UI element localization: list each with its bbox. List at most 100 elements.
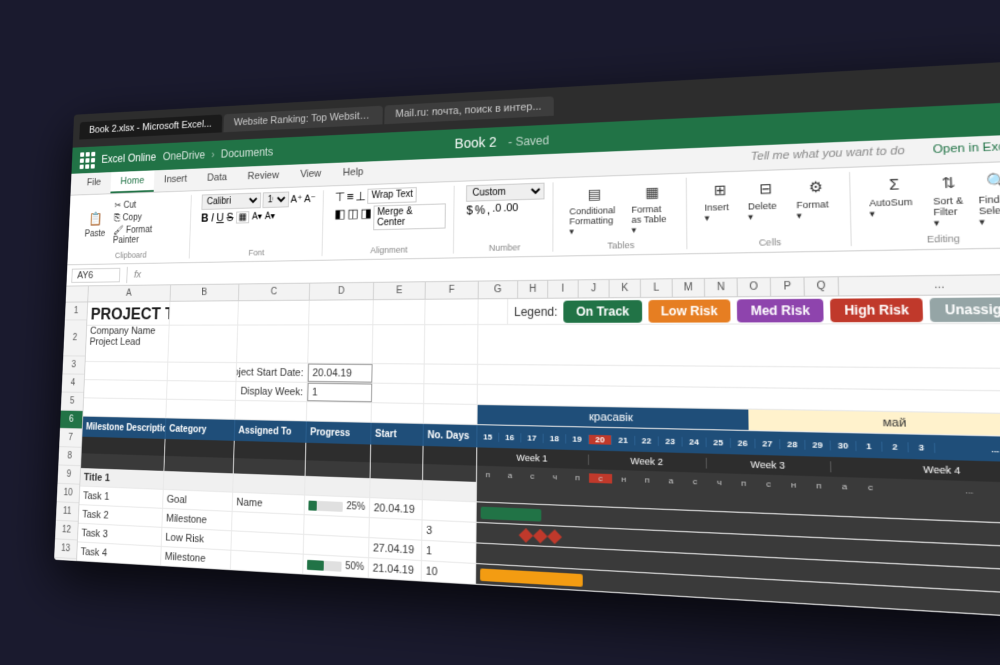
cell-gantt2[interactable] (478, 323, 1000, 368)
cell-a11[interactable]: Task 1 (79, 486, 163, 507)
col-header-g[interactable]: G (479, 281, 519, 298)
cell-f2[interactable] (425, 325, 479, 365)
cell-e14[interactable]: 21.04.19 (369, 558, 422, 580)
browser-tab-excel[interactable]: Book 2.xlsx - Microsoft Excel... (79, 114, 222, 139)
cell-b2[interactable] (168, 325, 238, 363)
row-num-6[interactable]: 6 (60, 410, 83, 429)
cell-e8[interactable] (371, 444, 424, 463)
cell-e5[interactable] (372, 383, 424, 402)
border-button[interactable]: ▦ (236, 210, 250, 222)
cell-b1[interactable] (170, 301, 239, 325)
align-bottom-button[interactable]: ⊥ (355, 188, 366, 203)
cell-e13[interactable]: 27.04.19 (369, 538, 422, 560)
cell-d12[interactable] (304, 515, 370, 537)
comma-button[interactable]: , (487, 202, 490, 216)
breadcrumb-onedrive[interactable]: OneDrive (162, 148, 205, 162)
align-left-button[interactable]: ◧ (334, 206, 346, 231)
cell-a6[interactable] (83, 398, 167, 417)
cell-f11[interactable] (423, 500, 477, 522)
cell-c4[interactable]: Project Start Date: (236, 363, 308, 382)
cell-b13[interactable]: Low Risk (162, 527, 232, 549)
tab-file[interactable]: File (77, 172, 111, 194)
cell-f6[interactable] (424, 404, 478, 424)
cell-b12[interactable]: Milestone (162, 508, 232, 530)
cell-d13[interactable] (304, 534, 370, 556)
cell-d6[interactable] (307, 402, 372, 422)
cell-f9[interactable] (423, 463, 477, 481)
col-header-a[interactable]: A (88, 285, 171, 301)
cell-b6[interactable] (166, 399, 236, 418)
row-num-13[interactable]: 13 (54, 539, 77, 559)
formula-input[interactable] (148, 260, 1000, 273)
merge-center-button[interactable]: Merge & Center (373, 203, 446, 230)
cell-d10[interactable] (305, 475, 370, 496)
cell-a2[interactable]: Company Name Project Lead (86, 325, 170, 362)
row-num-12[interactable]: 12 (55, 520, 78, 540)
font-color-button[interactable]: A▾ (265, 210, 276, 220)
align-top-button[interactable]: ⊤ (335, 189, 346, 204)
tab-insert[interactable]: Insert (154, 168, 198, 191)
italic-button[interactable]: I (211, 211, 214, 224)
row-num-4[interactable]: 4 (62, 374, 85, 392)
cell-title1[interactable]: Title 1 (80, 468, 164, 489)
col-header-o[interactable]: O (738, 278, 771, 296)
col-header-i[interactable]: I (548, 280, 579, 297)
col-header-rest[interactable]: ... (839, 274, 1000, 295)
cell-e4[interactable] (372, 364, 424, 383)
tab-review[interactable]: Review (237, 164, 290, 188)
cell-c8[interactable] (234, 440, 306, 459)
col-header-f[interactable]: F (426, 281, 479, 298)
conditional-formatting-button[interactable]: ▤ ConditionalFormatting ▾ (565, 179, 624, 239)
cell-d4[interactable]: 20.04.19 (308, 363, 373, 382)
cell-e1[interactable] (373, 299, 425, 325)
font-size-decrease[interactable]: A⁻ (304, 192, 316, 204)
tab-view[interactable]: View (289, 163, 332, 187)
insert-cells-button[interactable]: ⊞ Insert ▾ (700, 175, 741, 225)
cell-a14[interactable]: Task 4 (77, 542, 162, 565)
cell-f10[interactable] (423, 480, 477, 501)
fill-color-button[interactable]: A▾ (252, 211, 262, 221)
font-size-select[interactable]: 10 (262, 191, 289, 208)
col-header-m[interactable]: M (673, 278, 705, 296)
row-num-3[interactable]: 3 (62, 356, 85, 374)
cell-d5[interactable]: 1 (307, 382, 372, 401)
cell-e2[interactable] (373, 325, 426, 364)
cell-c2[interactable] (237, 325, 309, 363)
cell-f8[interactable] (423, 445, 477, 465)
cell-a5[interactable] (84, 380, 168, 399)
cell-a4[interactable] (85, 361, 168, 379)
cell-c5[interactable]: Display Week: (236, 381, 308, 400)
cell-c9[interactable] (234, 458, 306, 476)
browser-tab-mail[interactable]: Mail.ru: почта, поиск в интер... (384, 96, 553, 124)
cell-e6[interactable] (372, 403, 425, 423)
cell-b4[interactable] (168, 362, 237, 380)
waffle-icon[interactable] (80, 151, 96, 168)
legend-low-risk[interactable]: Low Risk (648, 299, 731, 322)
wrap-text-button[interactable]: Wrap Text (368, 187, 417, 204)
format-painter-button[interactable]: 🖌 Format Painter (109, 223, 183, 246)
col-header-q[interactable]: Q (805, 277, 840, 295)
cell-f1[interactable] (425, 299, 478, 325)
paste-button[interactable]: 📋 Paste (81, 206, 109, 240)
decrease-decimal-button[interactable]: .00 (503, 202, 518, 216)
cell-d1[interactable] (309, 300, 374, 325)
cell-e12[interactable] (369, 518, 422, 540)
col-header-h[interactable]: H (518, 280, 548, 297)
cell-e9[interactable] (371, 462, 424, 480)
browser-tab-website[interactable]: Website Ranking: Top Website... (223, 105, 382, 132)
col-header-c[interactable]: C (239, 283, 310, 300)
font-size-increase[interactable]: A⁺ (290, 192, 302, 204)
cell-d8[interactable] (306, 442, 371, 462)
strikethrough-button[interactable]: S (226, 210, 233, 223)
sort-filter-button[interactable]: ⇅ Sort &Filter ▾ (928, 167, 972, 231)
find-select-button[interactable]: 🔍 Find &Select ▾ (973, 166, 1000, 231)
cell-c12[interactable] (232, 511, 305, 533)
col-header-d[interactable]: D (310, 282, 374, 299)
col-header-l[interactable]: L (641, 279, 673, 297)
format-as-table-button[interactable]: ▦ Formatas Table ▾ (627, 178, 678, 238)
increase-decimal-button[interactable]: .0 (492, 202, 501, 216)
copy-button[interactable]: ⎘ Copy (110, 210, 183, 224)
col-header-b[interactable]: B (170, 284, 239, 300)
legend-unassigned[interactable]: Unassigned (930, 297, 1000, 322)
col-header-e[interactable]: E (374, 282, 426, 299)
